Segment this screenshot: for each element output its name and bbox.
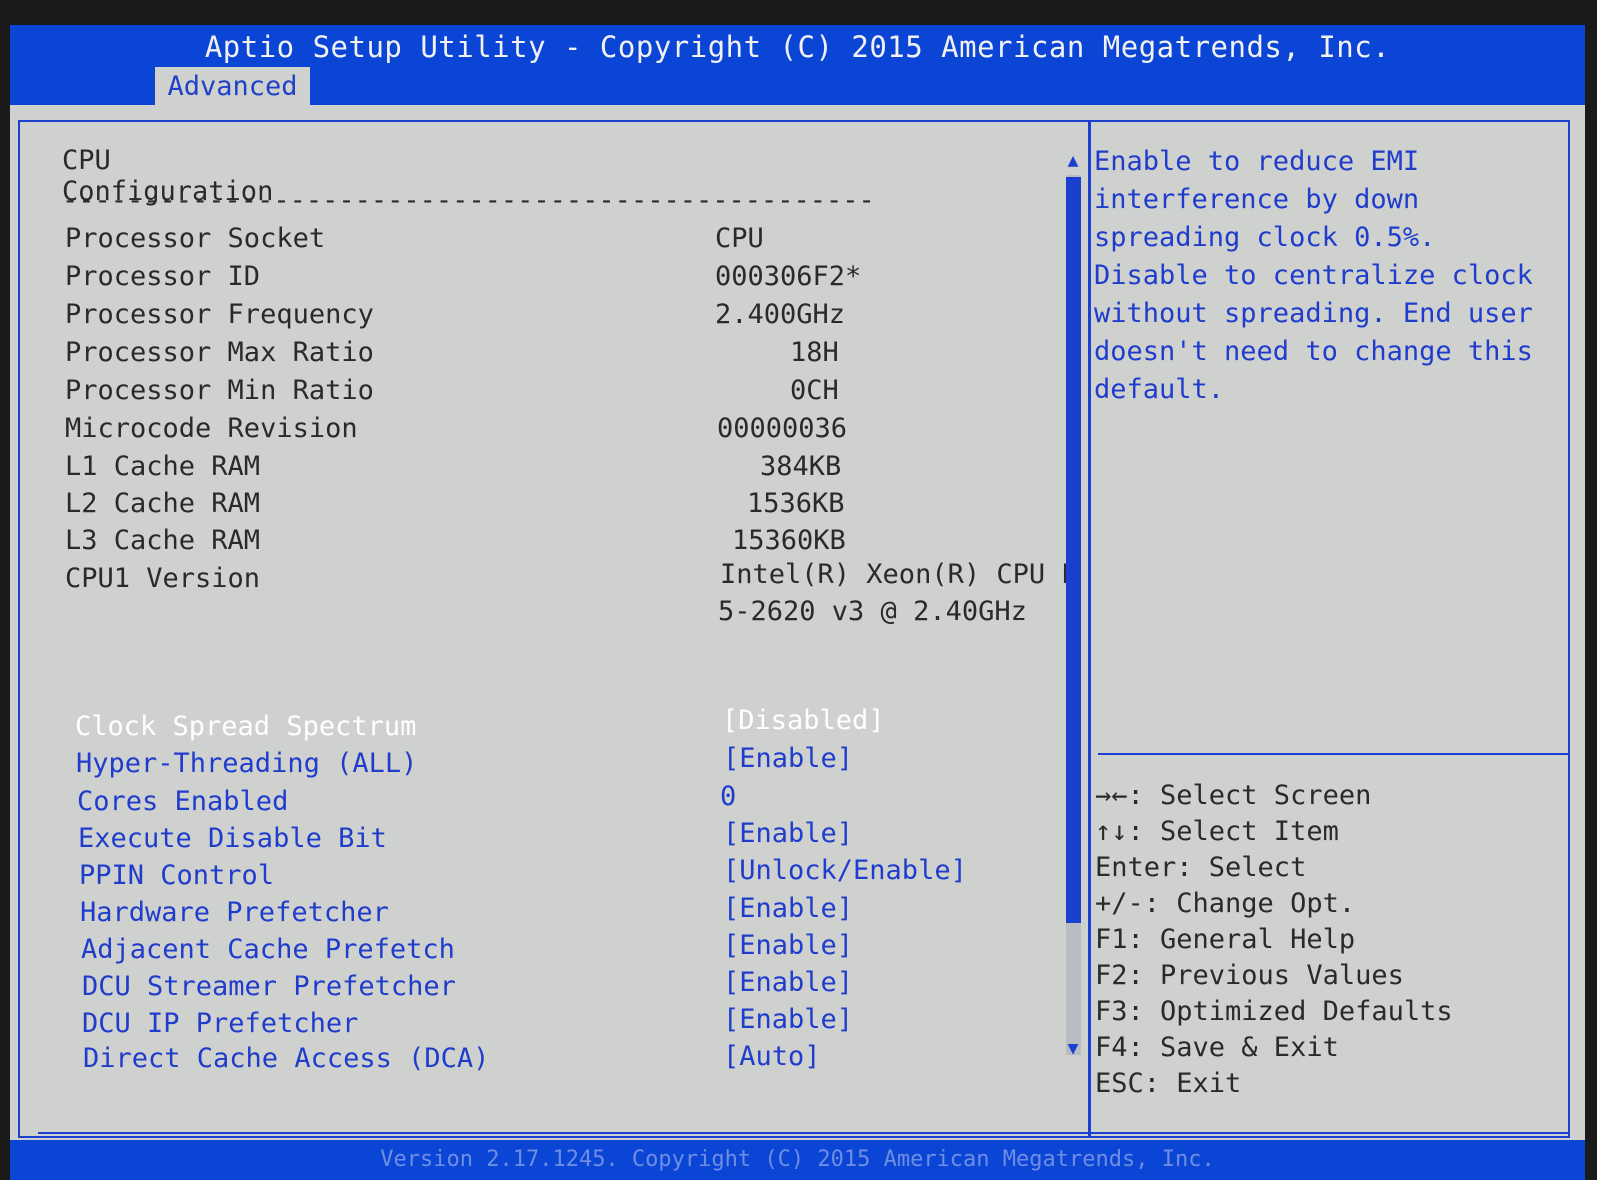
info-value: 15360KB	[732, 525, 846, 556]
key-esc-exit: ESC: Exit	[1095, 1068, 1242, 1099]
info-label: Processor ID	[65, 261, 261, 292]
option-value[interactable]: 0	[720, 781, 736, 812]
help-line: doesn't need to change this	[1094, 336, 1533, 367]
help-line: default.	[1094, 374, 1225, 405]
panel-divider	[1088, 120, 1091, 1138]
key-change-opt: +/-: Change Opt.	[1095, 888, 1356, 919]
option-label: Hardware Prefetcher	[80, 897, 389, 928]
option-clock-spread-spectrum[interactable]: Clock Spread Spectrum [Disabled]	[10, 705, 1075, 747]
footer-bar: Version 2.17.1245. Copyright (C) 2015 Am…	[10, 1140, 1585, 1180]
option-label: Hyper-Threading (ALL)	[76, 748, 418, 779]
info-value: 0CH	[790, 375, 839, 406]
option-value[interactable]: [Enable]	[723, 930, 853, 961]
info-row-cpu-version: CPU1 Version Intel(R) Xeon(R) CPU E 5-26…	[10, 559, 1078, 643]
option-value[interactable]: [Auto]	[723, 1041, 821, 1072]
option-direct-cache-access[interactable]: Direct Cache Access (DCA) [Auto]	[10, 1041, 1075, 1079]
info-row-processor-socket: Processor Socket CPU	[10, 223, 1075, 259]
key-general-help: F1: General Help	[1095, 924, 1356, 955]
option-label: Clock Spread Spectrum	[75, 711, 417, 742]
key-select-item: ↑↓: Select Item	[1095, 816, 1339, 847]
option-label: DCU IP Prefetcher	[82, 1008, 359, 1039]
option-hyper-threading[interactable]: Hyper-Threading (ALL) [Enable]	[10, 743, 1075, 784]
option-dcu-ip-prefetcher[interactable]: DCU IP Prefetcher [Enable]	[10, 1004, 1075, 1044]
option-value[interactable]: [Enable]	[723, 818, 853, 849]
info-label: Processor Min Ratio	[65, 375, 374, 406]
help-line: without spreading. End user	[1094, 298, 1533, 329]
option-ppin-control[interactable]: PPIN Control [Unlock/Enable]	[10, 855, 1075, 896]
option-value[interactable]: [Disabled]	[722, 705, 885, 736]
info-row-processor-frequency: Processor Frequency 2.400GHz	[10, 299, 1075, 335]
footer-version: Version 2.17.1245. Copyright (C) 2015 Am…	[380, 1147, 1215, 1172]
option-label: Adjacent Cache Prefetch	[81, 934, 455, 965]
option-label: Cores Enabled	[77, 786, 289, 817]
option-dcu-streamer-prefetcher[interactable]: DCU Streamer Prefetcher [Enable]	[10, 967, 1075, 1007]
help-line: spreading clock 0.5%.	[1094, 222, 1436, 253]
info-row-microcode: Microcode Revision 00000036	[10, 413, 1075, 449]
info-value: 000306F2*	[715, 261, 862, 292]
info-value: 384KB	[760, 451, 842, 482]
info-row-l2-cache: L2 Cache RAM 1536KB	[10, 488, 1075, 524]
option-value[interactable]: [Enable]	[723, 967, 853, 998]
info-value: Intel(R) Xeon(R) CPU E	[720, 559, 1078, 590]
help-separator	[1098, 753, 1568, 755]
info-value: 1536KB	[747, 488, 845, 519]
help-line: interference by down	[1094, 184, 1420, 215]
info-row-processor-id: Processor ID 000306F2*	[10, 261, 1075, 297]
app-title: Aptio Setup Utility - Copyright (C) 2015…	[204, 30, 1391, 64]
option-cores-enabled[interactable]: Cores Enabled 0	[10, 781, 1075, 822]
info-row-l1-cache: L1 Cache RAM 384KB	[10, 451, 1075, 487]
info-row-l3-cache: L3 Cache RAM 15360KB	[10, 525, 1075, 561]
option-value[interactable]: [Enable]	[723, 743, 853, 774]
info-value: 00000036	[717, 413, 848, 444]
option-label: Execute Disable Bit	[78, 823, 387, 854]
help-line: Enable to reduce EMI	[1094, 146, 1420, 177]
scroll-up-icon[interactable]: ▲	[1063, 151, 1083, 171]
info-label: Processor Socket	[65, 223, 326, 254]
bottom-border	[38, 1132, 1568, 1134]
key-previous-values: F2: Previous Values	[1095, 960, 1404, 991]
help-description: Enable to reduce EMI interference by down…	[1094, 143, 1564, 409]
key-save-exit: F4: Save & Exit	[1095, 1032, 1339, 1063]
option-label: Direct Cache Access (DCA)	[83, 1043, 490, 1074]
info-value: CPU	[715, 223, 764, 254]
info-label: L1 Cache RAM	[65, 451, 261, 482]
scrollbar-thumb[interactable]	[1066, 177, 1081, 923]
title-separator: ----------------------------------------…	[62, 185, 875, 216]
info-value: 2.400GHz	[715, 299, 846, 330]
key-enter-select: Enter: Select	[1095, 852, 1307, 883]
info-label: Processor Frequency	[65, 299, 374, 330]
option-value[interactable]: [Enable]	[723, 1004, 853, 1035]
option-value[interactable]: [Unlock/Enable]	[723, 855, 967, 886]
help-line: Disable to centralize clock	[1094, 260, 1533, 291]
key-optimized-defaults: F3: Optimized Defaults	[1095, 996, 1453, 1027]
option-label: PPIN Control	[79, 860, 275, 891]
bios-screen: Aptio Setup Utility - Copyright (C) 2015…	[10, 25, 1585, 1180]
key-select-screen: →←: Select Screen	[1095, 780, 1372, 811]
option-hardware-prefetcher[interactable]: Hardware Prefetcher [Enable]	[10, 893, 1075, 933]
info-row-max-ratio: Processor Max Ratio 18H	[10, 337, 1075, 373]
title-bar: Aptio Setup Utility - Copyright (C) 2015…	[10, 25, 1585, 105]
option-value[interactable]: [Enable]	[723, 893, 853, 924]
option-adjacent-cache-prefetch[interactable]: Adjacent Cache Prefetch [Enable]	[10, 930, 1075, 970]
scroll-down-icon[interactable]: ▼	[1063, 1039, 1083, 1059]
option-label: DCU Streamer Prefetcher	[82, 971, 456, 1002]
info-label: Processor Max Ratio	[65, 337, 374, 368]
info-value-continued: 5-2620 v3 @ 2.40GHz	[718, 596, 1027, 627]
info-label: Microcode Revision	[65, 413, 358, 444]
option-execute-disable-bit[interactable]: Execute Disable Bit [Enable]	[10, 818, 1075, 859]
key-legend: →←: Select Screen ↑↓: Select Item Enter:…	[1095, 780, 1565, 1104]
info-label: CPU1 Version	[65, 563, 261, 594]
info-label: L2 Cache RAM	[65, 488, 261, 519]
info-row-min-ratio: Processor Min Ratio 0CH	[10, 375, 1075, 411]
tab-advanced[interactable]: Advanced	[155, 67, 310, 105]
info-label: L3 Cache RAM	[65, 525, 261, 556]
info-value: 18H	[790, 337, 839, 368]
